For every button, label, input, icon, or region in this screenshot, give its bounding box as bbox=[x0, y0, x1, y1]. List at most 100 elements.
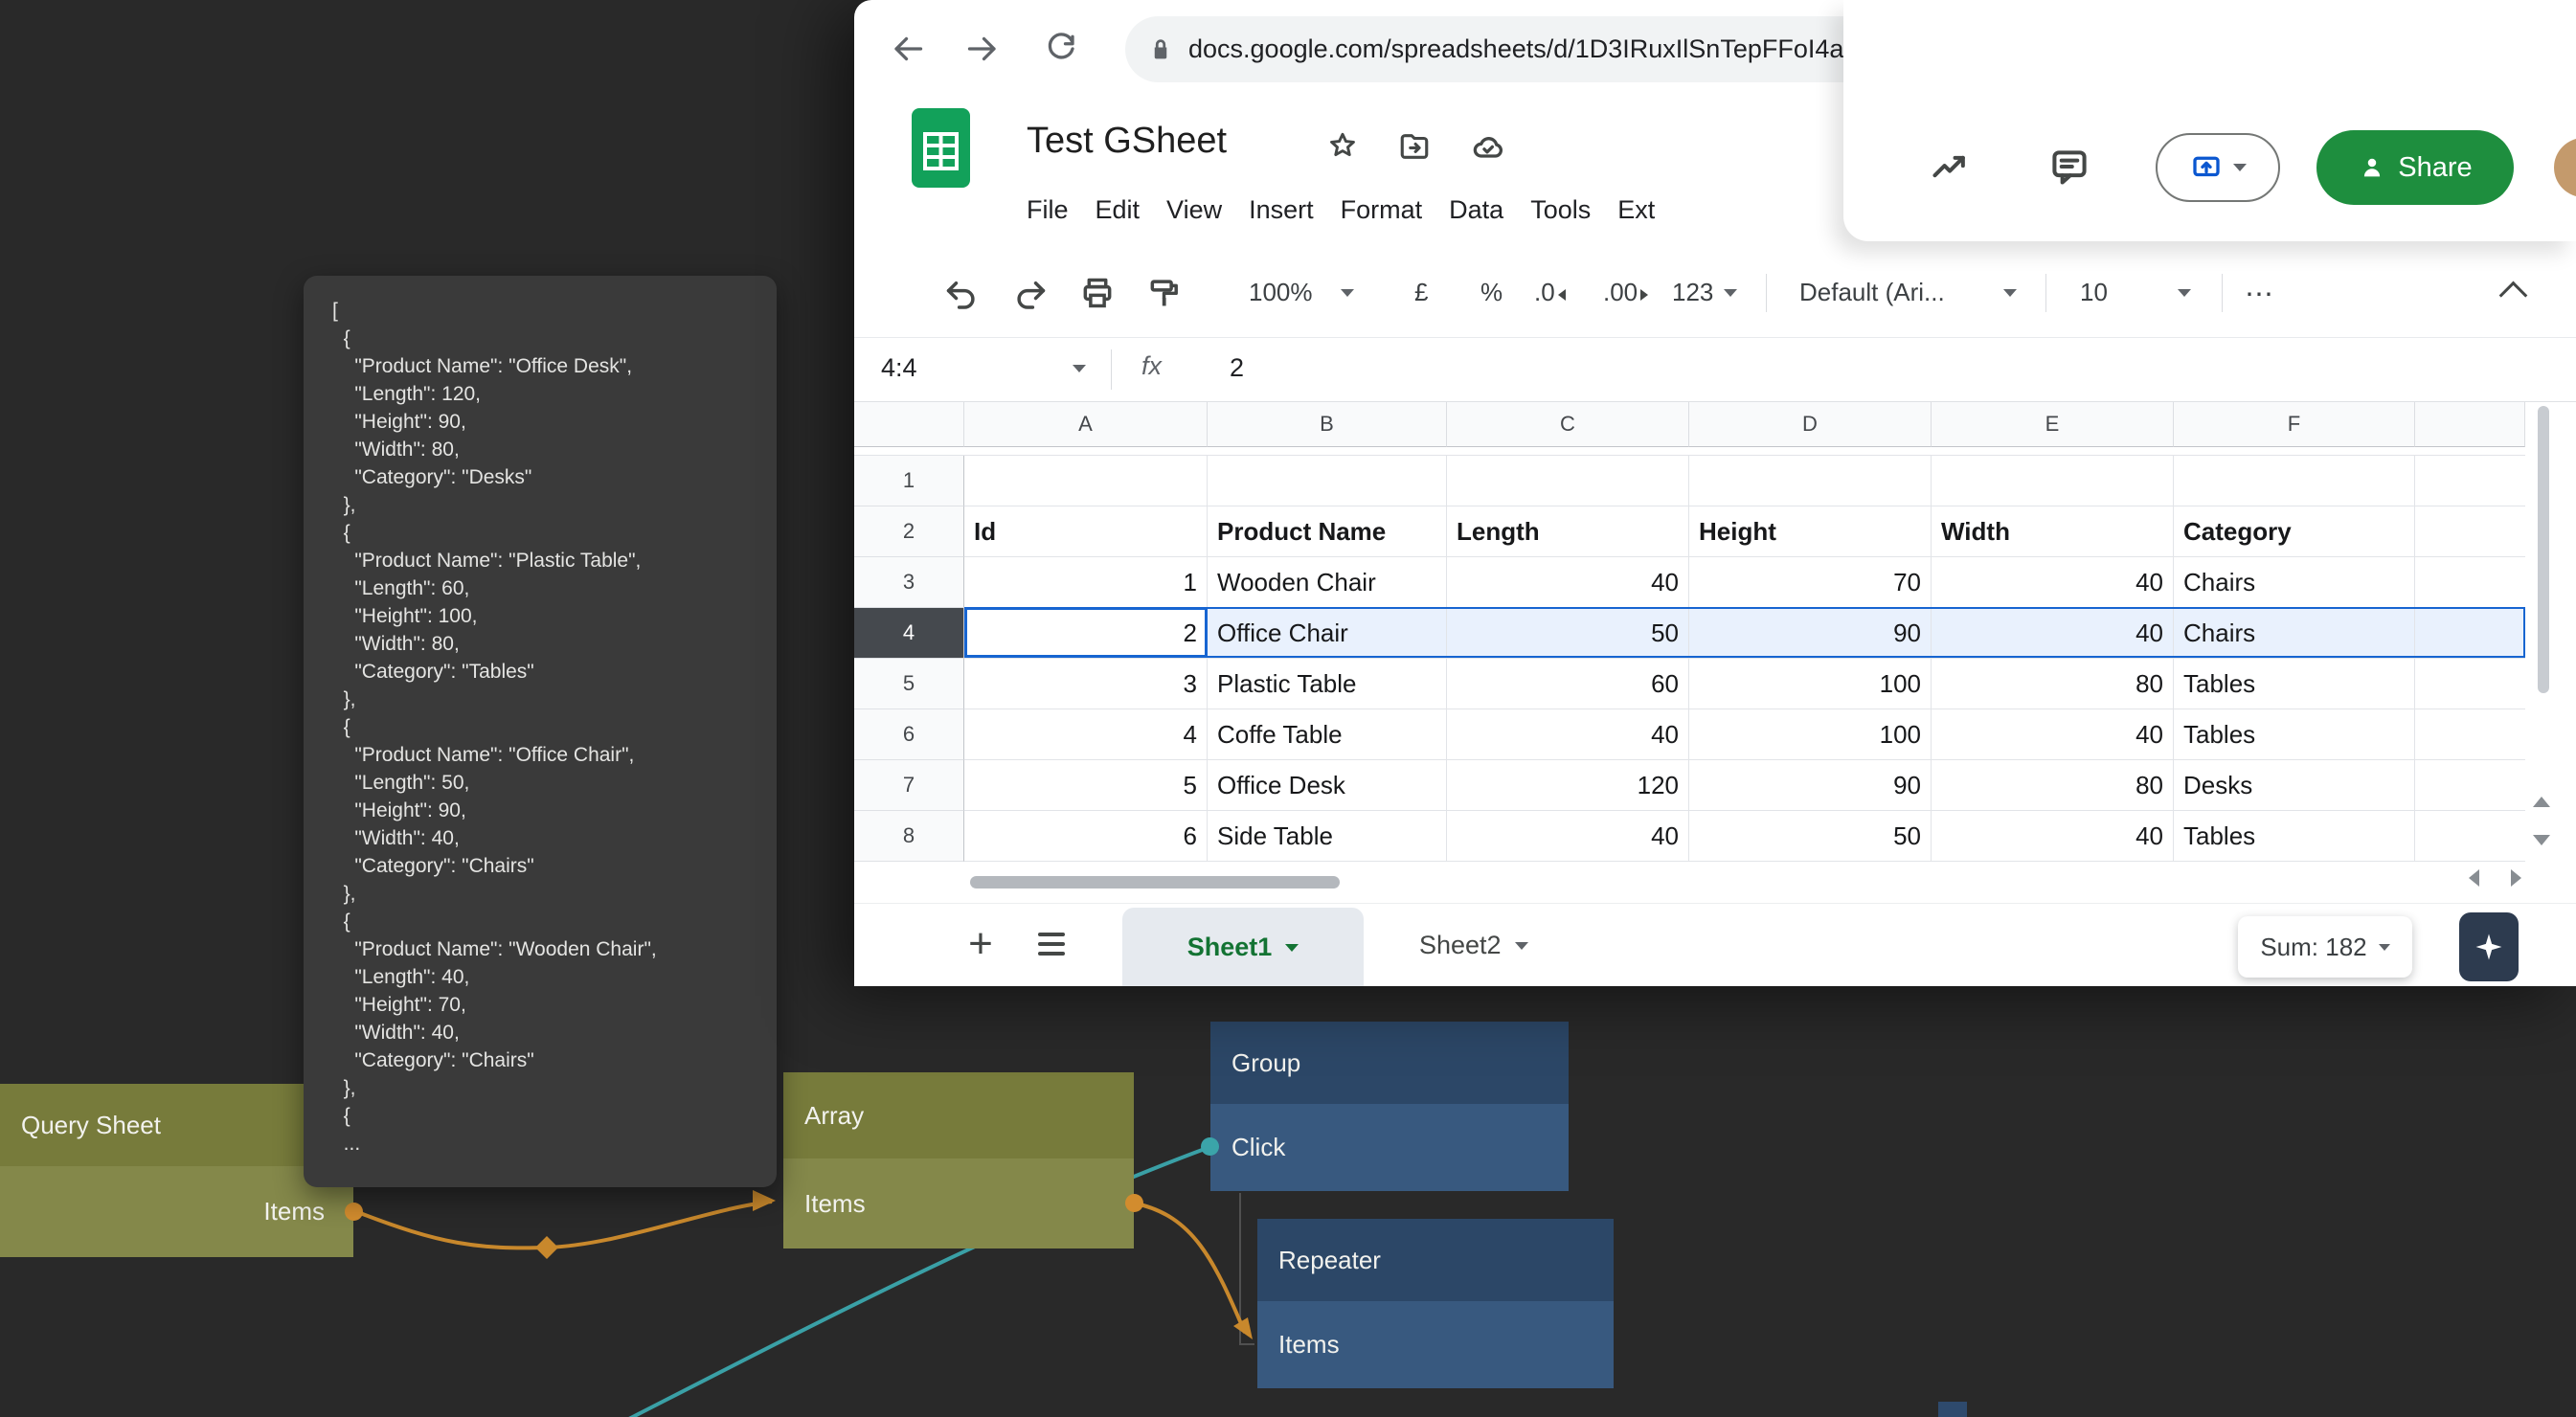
row-header[interactable]: 6 bbox=[854, 709, 964, 760]
star-document-icon[interactable] bbox=[1327, 130, 1358, 161]
column-header-partial[interactable] bbox=[2415, 402, 2525, 447]
column-header-d[interactable]: D bbox=[1689, 402, 1932, 447]
collapse-toolbar-icon[interactable] bbox=[2503, 285, 2523, 305]
scroll-right-arrow[interactable] bbox=[2511, 869, 2521, 887]
node-query-sheet-header[interactable]: Query Sheet bbox=[0, 1084, 353, 1166]
cell-g3[interactable] bbox=[2415, 557, 2525, 608]
partial-node[interactable] bbox=[1938, 1402, 1967, 1417]
scroll-down-arrow[interactable] bbox=[2533, 835, 2550, 845]
row-header[interactable]: 2 bbox=[854, 506, 964, 557]
document-title[interactable]: Test GSheet bbox=[1027, 121, 1227, 162]
cell-b3[interactable]: Wooden Chair bbox=[1208, 557, 1447, 608]
cell-f4[interactable]: Chairs bbox=[2174, 608, 2415, 659]
cell-e1[interactable] bbox=[1932, 456, 2174, 506]
font-select[interactable]: Default (Ari... bbox=[1799, 278, 1945, 307]
undo-icon[interactable] bbox=[940, 272, 983, 314]
cell-d1[interactable] bbox=[1689, 456, 1932, 506]
output-port[interactable] bbox=[1125, 1194, 1143, 1212]
explore-button[interactable] bbox=[2459, 912, 2519, 981]
zoom-select[interactable]: 100% bbox=[1249, 278, 1313, 307]
menu-format[interactable]: Format bbox=[1327, 190, 1436, 231]
zoom-chevron-icon[interactable] bbox=[1341, 289, 1354, 297]
node-query-sheet[interactable]: Query Sheet Items bbox=[0, 1084, 353, 1257]
sum-status-badge[interactable]: Sum: 182 bbox=[2238, 916, 2412, 978]
comments-icon[interactable] bbox=[2048, 146, 2090, 188]
input-port[interactable] bbox=[1201, 1137, 1219, 1156]
cell-e4[interactable]: 40 bbox=[1932, 608, 2174, 659]
cell-g7[interactable] bbox=[2415, 760, 2525, 811]
cell-d5[interactable]: 100 bbox=[1689, 659, 1932, 709]
cell-f5[interactable]: Tables bbox=[2174, 659, 2415, 709]
cell-d2[interactable]: Height bbox=[1689, 506, 1932, 557]
cell-g4[interactable] bbox=[2415, 608, 2525, 659]
column-header-e[interactable]: E bbox=[1932, 402, 2174, 447]
cell-e6[interactable]: 40 bbox=[1932, 709, 2174, 760]
tab-sheet2[interactable]: Sheet2 bbox=[1402, 904, 1546, 986]
cell-e3[interactable]: 40 bbox=[1932, 557, 2174, 608]
cell-c3[interactable]: 40 bbox=[1447, 557, 1689, 608]
name-box[interactable]: 4:4 bbox=[881, 353, 917, 383]
menu-data[interactable]: Data bbox=[1435, 190, 1517, 231]
redo-icon[interactable] bbox=[1009, 272, 1051, 314]
format-percent-button[interactable]: % bbox=[1480, 278, 1503, 307]
node-array-items-row[interactable]: Items bbox=[783, 1158, 1134, 1248]
cell-g6[interactable] bbox=[2415, 709, 2525, 760]
vertical-scrollbar[interactable] bbox=[2538, 406, 2549, 693]
cell-b6[interactable]: Coffe Table bbox=[1208, 709, 1447, 760]
cell-c6[interactable]: 40 bbox=[1447, 709, 1689, 760]
present-button[interactable] bbox=[2156, 133, 2280, 202]
forward-button[interactable] bbox=[965, 32, 1000, 66]
back-button[interactable] bbox=[891, 32, 925, 66]
formula-input[interactable]: 2 bbox=[1230, 353, 1244, 383]
cell-c7[interactable]: 120 bbox=[1447, 760, 1689, 811]
node-repeater[interactable]: Repeater Items bbox=[1257, 1219, 1614, 1388]
cell-c4[interactable]: 50 bbox=[1447, 608, 1689, 659]
cell-d7[interactable]: 90 bbox=[1689, 760, 1932, 811]
cell-a5[interactable]: 3 bbox=[964, 659, 1208, 709]
cell-f8[interactable]: Tables bbox=[2174, 811, 2415, 862]
column-header-b[interactable]: B bbox=[1208, 402, 1447, 447]
cell-e5[interactable]: 80 bbox=[1932, 659, 2174, 709]
name-box-chevron-icon[interactable] bbox=[1073, 365, 1086, 372]
node-group-header[interactable]: Group bbox=[1210, 1022, 1569, 1104]
row-header[interactable]: 7 bbox=[854, 760, 964, 811]
cell-e8[interactable]: 40 bbox=[1932, 811, 2174, 862]
all-sheets-menu-icon[interactable] bbox=[1038, 933, 1065, 956]
cloud-saved-icon[interactable] bbox=[1471, 130, 1505, 165]
paint-format-icon[interactable] bbox=[1143, 272, 1186, 314]
cell-a1[interactable] bbox=[964, 456, 1208, 506]
cell-b4[interactable]: Office Chair bbox=[1208, 608, 1447, 659]
cell-f7[interactable]: Desks bbox=[2174, 760, 2415, 811]
cell-f1[interactable] bbox=[2174, 456, 2415, 506]
node-repeater-items-row[interactable]: Items bbox=[1257, 1301, 1614, 1388]
row-header-selected[interactable]: 4 bbox=[854, 608, 964, 659]
cell-g5[interactable] bbox=[2415, 659, 2525, 709]
cell-a7[interactable]: 5 bbox=[964, 760, 1208, 811]
node-query-sheet-items-row[interactable]: Items bbox=[0, 1166, 353, 1257]
column-header-f[interactable]: F bbox=[2174, 402, 2415, 447]
reload-button[interactable] bbox=[1044, 32, 1078, 66]
cell-b7[interactable]: Office Desk bbox=[1208, 760, 1447, 811]
row-header[interactable]: 5 bbox=[854, 659, 964, 709]
move-to-folder-icon[interactable] bbox=[1398, 130, 1431, 163]
cell-b5[interactable]: Plastic Table bbox=[1208, 659, 1447, 709]
node-array-header[interactable]: Array bbox=[783, 1072, 1134, 1158]
horizontal-scrollbar[interactable] bbox=[970, 876, 1340, 888]
row-header[interactable]: 8 bbox=[854, 811, 964, 862]
node-group[interactable]: Group Click bbox=[1210, 1022, 1569, 1191]
cell-d4[interactable]: 90 bbox=[1689, 608, 1932, 659]
menu-extensions[interactable]: Ext bbox=[1604, 190, 1668, 231]
cell-c5[interactable]: 60 bbox=[1447, 659, 1689, 709]
cell-f3[interactable]: Chairs bbox=[2174, 557, 2415, 608]
cell-a8[interactable]: 6 bbox=[964, 811, 1208, 862]
column-header-c[interactable]: C bbox=[1447, 402, 1689, 447]
format-currency-button[interactable]: £ bbox=[1414, 278, 1428, 307]
cell-e7[interactable]: 80 bbox=[1932, 760, 2174, 811]
output-port[interactable] bbox=[345, 1203, 363, 1221]
scroll-up-arrow[interactable] bbox=[2533, 797, 2550, 807]
increase-decimal-button[interactable]: .00 bbox=[1603, 278, 1648, 307]
insights-trend-icon[interactable] bbox=[1930, 146, 1972, 188]
font-size-select[interactable]: 10 bbox=[2080, 278, 2108, 307]
cell-d6[interactable]: 100 bbox=[1689, 709, 1932, 760]
add-sheet-button[interactable]: + bbox=[958, 921, 1004, 967]
